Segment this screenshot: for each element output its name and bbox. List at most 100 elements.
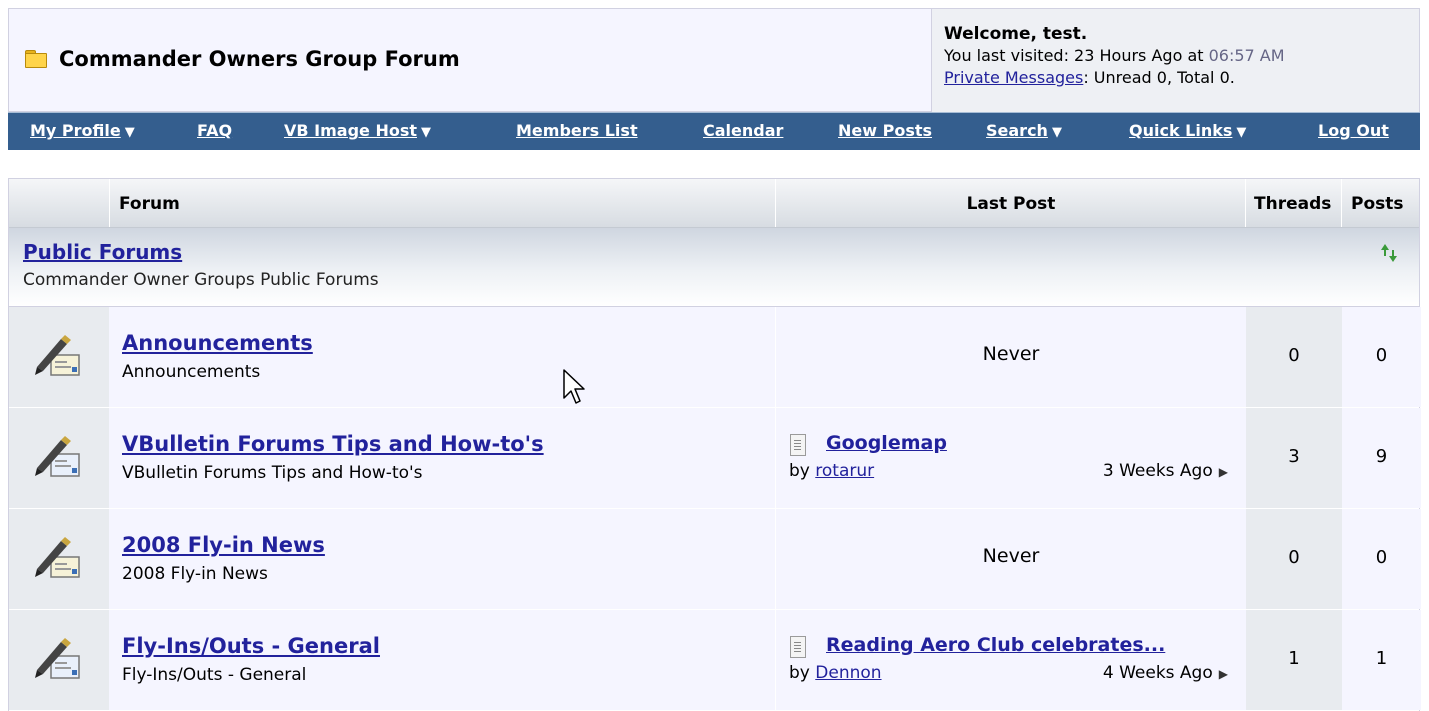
forum-link[interactable]: Fly-Ins/Outs - General (122, 634, 380, 658)
nav-members-list-label: Members List (516, 121, 638, 140)
go-to-last-post-icon[interactable]: ▶ (1219, 465, 1228, 479)
forum-description: Announcements (122, 362, 261, 382)
last-post-time: 3 Weeks Ago ▶ (1103, 461, 1228, 481)
last-post-author-link[interactable]: rotarur (815, 461, 874, 481)
forum-info-cell: Fly-Ins/Outs - General Fly-Ins/Outs - Ge… (109, 610, 775, 710)
column-header-last-post: Last Post (966, 194, 1056, 214)
posts-cell: 0 (1342, 509, 1421, 609)
forum-status-icon (35, 537, 80, 578)
posts-cell: 9 (1342, 408, 1421, 508)
posts-count: 0 (1375, 547, 1388, 568)
nav-search[interactable]: Search ▼ (986, 121, 1062, 140)
private-messages-line: Private Messages: Unread 0, Total 0. (944, 67, 1407, 89)
category-description: Commander Owner Groups Public Forums (23, 270, 379, 290)
threads-count: 3 (1288, 446, 1300, 467)
private-messages-link[interactable]: Private Messages (944, 68, 1083, 87)
last-post-never: Never (982, 343, 1040, 365)
last-post-time: 4 Weeks Ago ▶ (1103, 663, 1228, 683)
collapse-icon[interactable] (1379, 242, 1399, 264)
chevron-down-icon: ▼ (421, 125, 431, 140)
forum-link[interactable]: Announcements (122, 331, 313, 355)
forum-title: Commander Owners Group Forum (59, 47, 460, 71)
last-post-time-text: 4 Weeks Ago (1102, 663, 1213, 683)
last-post-by-label: by (789, 461, 816, 481)
last-visited: You last visited: 23 Hours Ago at 06:57 … (944, 45, 1407, 67)
chevron-down-icon: ▼ (124, 125, 135, 140)
forum-info-cell: 2008 Fly-in News 2008 Fly-in News (109, 509, 775, 609)
nav-my-profile-label: My Profile (30, 121, 121, 140)
last-post-time-text: 3 Weeks Ago (1102, 461, 1213, 481)
posts-count: 0 (1375, 345, 1388, 366)
forum-row: Fly-Ins/Outs - General Fly-Ins/Outs - Ge… (9, 610, 1421, 711)
category-public-forums: Public Forums Commander Owner Groups Pub… (9, 228, 1419, 307)
threads-cell: 0 (1246, 509, 1342, 609)
last-post-by-label: by (789, 663, 816, 683)
mouse-cursor-icon (563, 369, 585, 404)
last-post-thread-link[interactable]: Reading Aero Club celebrates... (826, 634, 1165, 656)
nav-new-posts-label: New Posts (838, 121, 933, 140)
last-post-author: by rotarur (789, 461, 874, 481)
forum-row: Announcements Announcements Never 0 0 (9, 307, 1421, 408)
nav-log-out[interactable]: Log Out (1318, 121, 1389, 140)
nav-log-out-label: Log Out (1318, 121, 1389, 140)
forum-status-cell (9, 307, 109, 407)
nav-members-list[interactable]: Members List (516, 121, 638, 140)
forum-header: Commander Owners Group Forum Welcome, te… (8, 8, 1420, 113)
forum-status-cell (9, 509, 109, 609)
folder-icon (25, 50, 47, 68)
last-post-author: by Dennon (789, 663, 882, 683)
forum-description: VBulletin Forums Tips and How-to's (122, 463, 423, 483)
nav-faq[interactable]: FAQ (197, 121, 232, 140)
nav-vb-image-host[interactable]: VB Image Host ▼ (284, 121, 431, 140)
chevron-down-icon: ▼ (1236, 125, 1247, 140)
last-post-thread-link[interactable]: Googlemap (826, 432, 947, 454)
last-visited-time: 06:57 AM (1208, 46, 1285, 65)
forum-description: 2008 Fly-in News (122, 564, 268, 584)
column-header-forum: Forum (119, 194, 180, 214)
forum-row: VBulletin Forums Tips and How-to's VBull… (9, 408, 1421, 509)
private-messages-status: : Unread 0, Total 0. (1083, 68, 1235, 87)
welcome-text: Welcome, test. (944, 24, 1088, 44)
forum-table: Forum Last Post Threads Posts Public For… (8, 178, 1421, 711)
threads-count: 0 (1288, 345, 1300, 366)
go-to-last-post-icon[interactable]: ▶ (1219, 667, 1228, 681)
threads-cell: 0 (1246, 307, 1342, 407)
column-header-posts: Posts (1351, 194, 1404, 214)
nav-quick-links[interactable]: Quick Links ▼ (1129, 121, 1246, 140)
column-header-threads: Threads (1254, 194, 1332, 214)
nav-search-label: Search (986, 121, 1048, 140)
nav-quick-links-label: Quick Links (1129, 121, 1233, 140)
last-visited-label: You last visited: 23 Hours Ago at (944, 46, 1209, 65)
forum-status-icon (35, 638, 80, 679)
threads-count: 0 (1288, 547, 1300, 568)
thread-icon (790, 434, 806, 456)
table-header: Forum Last Post Threads Posts (9, 179, 1419, 228)
nav-calendar[interactable]: Calendar (703, 121, 783, 140)
nav-my-profile[interactable]: My Profile ▼ (30, 121, 135, 140)
threads-cell: 3 (1246, 408, 1342, 508)
forum-link[interactable]: VBulletin Forums Tips and How-to's (122, 432, 544, 456)
last-post-author-link[interactable]: Dennon (815, 663, 881, 683)
last-post-cell: Reading Aero Club celebrates... by Denno… (776, 610, 1246, 710)
posts-count: 9 (1375, 446, 1388, 467)
last-post-never: Never (982, 545, 1040, 567)
forum-link[interactable]: 2008 Fly-in News (122, 533, 325, 557)
forum-status-icon (35, 436, 80, 477)
nav-calendar-label: Calendar (703, 121, 784, 140)
forum-title-wrap: Commander Owners Group Forum (25, 47, 460, 71)
threads-cell: 1 (1246, 610, 1342, 710)
welcome-panel: Welcome, test. You last visited: 23 Hour… (931, 9, 1419, 113)
thread-icon (790, 636, 806, 658)
forum-row: 2008 Fly-in News 2008 Fly-in News Never … (9, 509, 1421, 610)
nav-new-posts[interactable]: New Posts (838, 121, 932, 140)
forum-status-icon (35, 335, 80, 376)
threads-count: 1 (1288, 648, 1300, 669)
forum-status-cell (9, 408, 109, 508)
nav-vb-image-host-label: VB Image Host (284, 121, 417, 140)
nav-faq-label: FAQ (197, 121, 233, 140)
category-title[interactable]: Public Forums (23, 240, 182, 264)
forum-description: Fly-Ins/Outs - General (122, 665, 307, 685)
chevron-down-icon: ▼ (1051, 125, 1062, 140)
last-post-cell: Never (776, 509, 1246, 609)
posts-cell: 1 (1342, 610, 1421, 710)
